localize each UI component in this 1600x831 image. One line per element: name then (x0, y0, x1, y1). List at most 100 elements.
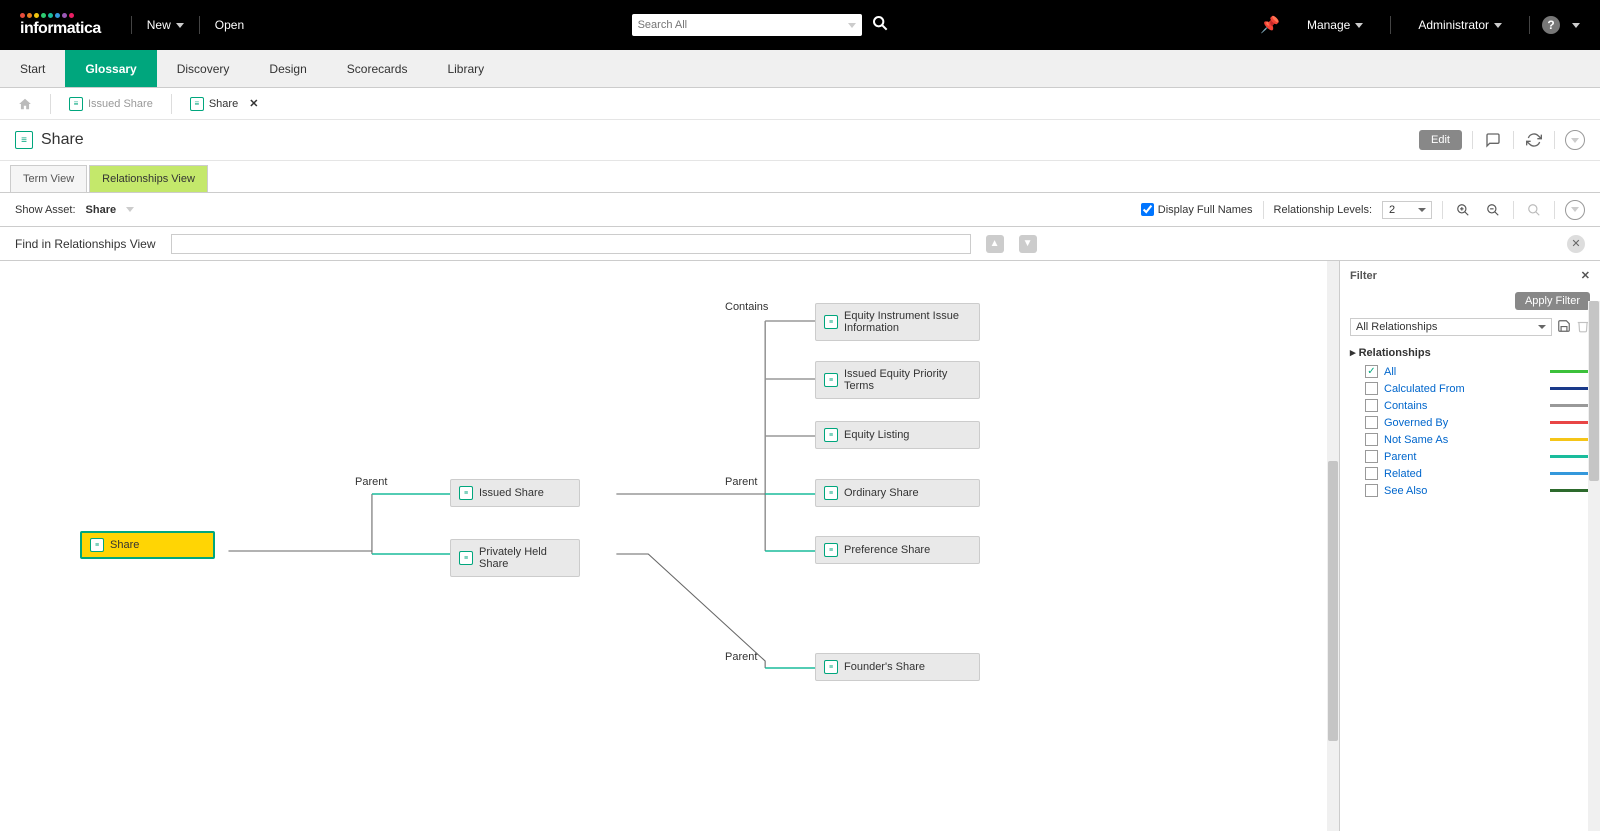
checkbox-icon[interactable] (1365, 450, 1378, 463)
subtab-relationships-view[interactable]: Relationships View (89, 165, 208, 192)
filter-item-all[interactable]: ✓ All (1365, 365, 1590, 378)
checkbox-icon[interactable] (1365, 399, 1378, 412)
filter-section-title[interactable]: ▸ Relationships (1350, 346, 1590, 359)
nav-discovery[interactable]: Discovery (157, 50, 250, 87)
home-icon[interactable] (10, 93, 40, 115)
more-menu[interactable] (1572, 23, 1580, 28)
edit-button[interactable]: Edit (1419, 130, 1462, 150)
filter-item-label[interactable]: All (1384, 366, 1544, 378)
filter-item-related[interactable]: Related (1365, 467, 1590, 480)
color-swatch (1550, 387, 1590, 390)
logo: informatica (20, 13, 101, 38)
show-asset-dropdown[interactable] (126, 207, 134, 212)
find-input[interactable] (171, 234, 971, 254)
filter-item-label[interactable]: Contains (1384, 400, 1544, 412)
display-full-names-checkbox[interactable]: Display Full Names (1141, 203, 1253, 216)
checkbox-icon[interactable] (1365, 382, 1378, 395)
subtabs: Term View Relationships View (0, 161, 1600, 193)
options-dropdown-icon[interactable] (1565, 200, 1585, 220)
checkbox-icon[interactable] (1365, 433, 1378, 446)
user-menu[interactable]: Administrator (1403, 18, 1517, 32)
filter-panel: Filter ✕ Apply Filter All Relationships … (1340, 261, 1600, 831)
nav-glossary[interactable]: Glossary (65, 50, 156, 87)
filter-scrollbar[interactable] (1588, 301, 1600, 831)
checkbox-icon[interactable] (1365, 484, 1378, 497)
levels-label: Relationship Levels: (1274, 204, 1372, 216)
node-preference-share[interactable]: ≡Preference Share (815, 536, 980, 564)
search-icon[interactable] (872, 15, 888, 36)
filter-item-calculated-from[interactable]: Calculated From (1365, 382, 1590, 395)
expand-icon[interactable] (1565, 130, 1585, 150)
filter-item-label[interactable]: Not Same As (1384, 434, 1544, 446)
nav-design[interactable]: Design (249, 50, 326, 87)
bc-issued-share[interactable]: ≡ Issued Share (61, 93, 161, 115)
color-swatch (1550, 421, 1590, 424)
apply-filter-button[interactable]: Apply Filter (1515, 292, 1590, 310)
nav-start[interactable]: Start (0, 50, 65, 87)
pin-icon[interactable]: 📌 (1260, 15, 1280, 35)
search-scope-dropdown[interactable] (848, 23, 856, 28)
manage-menu[interactable]: Manage (1292, 18, 1378, 32)
show-asset-value: Share (86, 204, 117, 216)
find-row: Find in Relationships View ▲ ▼ ✕ (0, 227, 1600, 261)
find-label: Find in Relationships View (15, 237, 156, 251)
filter-item-label[interactable]: Parent (1384, 451, 1544, 463)
node-share[interactable]: ≡ Share (80, 531, 215, 559)
color-swatch (1550, 404, 1590, 407)
search-box[interactable] (632, 14, 862, 36)
comment-icon[interactable] (1483, 130, 1503, 150)
nav-scorecards[interactable]: Scorecards (327, 50, 428, 87)
help-icon[interactable]: ? (1542, 16, 1560, 34)
top-bar: informatica New Open 📌 Manage Administra… (0, 0, 1600, 50)
filter-close-icon[interactable]: ✕ (1581, 269, 1590, 282)
filter-item-label[interactable]: Governed By (1384, 417, 1544, 429)
bc-share[interactable]: ≡ Share ✕ (182, 93, 267, 115)
node-issued-share[interactable]: ≡Issued Share (450, 479, 580, 507)
node-issued-equity-priority-terms[interactable]: ≡Issued Equity Priority Terms (815, 361, 980, 399)
filter-item-label[interactable]: See Also (1384, 485, 1544, 497)
filter-item-contains[interactable]: Contains (1365, 399, 1590, 412)
zoom-in-icon[interactable] (1453, 200, 1473, 220)
page-title: Share (41, 131, 84, 149)
edge-label-parent: Parent (725, 476, 757, 488)
node-ordinary-share[interactable]: ≡Ordinary Share (815, 479, 980, 507)
filter-item-see-also[interactable]: See Also (1365, 484, 1590, 497)
node-founders-share[interactable]: ≡Founder's Share (815, 653, 980, 681)
filter-item-label[interactable]: Calculated From (1384, 383, 1544, 395)
color-swatch (1550, 438, 1590, 441)
page-heading: ≡ Share Edit (0, 120, 1600, 161)
filter-preset-select[interactable]: All Relationships (1350, 318, 1552, 336)
edge-label-parent: Parent (355, 476, 387, 488)
checkbox-icon[interactable]: ✓ (1365, 365, 1378, 378)
checkbox-icon[interactable] (1365, 416, 1378, 429)
diagram-canvas[interactable]: ≡ Share ≡Issued Share ≡Privately Held Sh… (0, 261, 1340, 831)
close-tab-icon[interactable]: ✕ (249, 97, 258, 110)
node-privately-held-share[interactable]: ≡Privately Held Share (450, 539, 580, 577)
find-prev-icon[interactable]: ▲ (986, 235, 1004, 253)
subtab-term-view[interactable]: Term View (10, 165, 87, 192)
breadcrumb-row: ≡ Issued Share ≡ Share ✕ (0, 88, 1600, 120)
node-equity-listing[interactable]: ≡Equity Listing (815, 421, 980, 449)
new-menu[interactable]: New (132, 18, 199, 32)
color-swatch (1550, 455, 1590, 458)
filter-title: Filter (1350, 270, 1377, 282)
zoom-fit-icon[interactable] (1524, 200, 1544, 220)
find-next-icon[interactable]: ▼ (1019, 235, 1037, 253)
open-menu[interactable]: Open (200, 18, 259, 32)
logo-dots (20, 13, 74, 18)
levels-select[interactable]: 2 (1382, 201, 1432, 219)
filter-item-not-same-as[interactable]: Not Same As (1365, 433, 1590, 446)
canvas-scrollbar[interactable] (1327, 261, 1339, 831)
filter-item-label[interactable]: Related (1384, 468, 1544, 480)
node-equity-instrument-issue-info[interactable]: ≡Equity Instrument Issue Information (815, 303, 980, 341)
filter-item-parent[interactable]: Parent (1365, 450, 1590, 463)
find-clear-icon[interactable]: ✕ (1567, 235, 1585, 253)
search-input[interactable] (638, 19, 848, 31)
zoom-out-icon[interactable] (1483, 200, 1503, 220)
checkbox-icon[interactable] (1365, 467, 1378, 480)
nav-library[interactable]: Library (427, 50, 504, 87)
refresh-icon[interactable] (1524, 130, 1544, 150)
save-filter-icon[interactable] (1557, 319, 1571, 336)
filter-item-governed-by[interactable]: Governed By (1365, 416, 1590, 429)
color-swatch (1550, 472, 1590, 475)
